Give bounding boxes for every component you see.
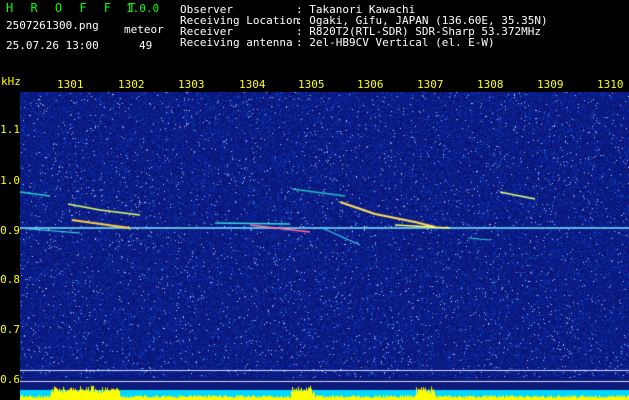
image-filename: 2507261300.png	[6, 19, 99, 32]
meteor-label: meteor	[124, 23, 164, 36]
y-tick-label: 0.6	[0, 373, 20, 386]
x-tick-label: 1301	[57, 78, 84, 91]
y-axis-unit: kHz	[1, 75, 21, 88]
spectrogram-plot	[20, 92, 629, 400]
header: H R O F F T 1.0.0 2507261300.png 25.07.2…	[0, 0, 629, 75]
x-tick-label: 1303	[178, 78, 205, 91]
x-tick-label: 1308	[477, 78, 504, 91]
info-label-antenna: Receiving antenna	[180, 36, 293, 49]
y-tick-label: 1.1	[0, 123, 20, 136]
x-tick-label: 1306	[357, 78, 384, 91]
x-tick-label: 1302	[118, 78, 145, 91]
info-values: : Takanori Kawachi : Ogaki, Gifu, JAPAN …	[296, 4, 548, 48]
y-tick-label: 0.9	[0, 224, 20, 237]
info-labels: Observer Receiving Location Receiver Rec…	[180, 4, 299, 48]
x-tick-label: 1307	[417, 78, 444, 91]
y-tick-label: 0.7	[0, 323, 20, 336]
x-tick-label: 1305	[298, 78, 325, 91]
info-value-antenna: : 2el-HB9CV Vertical (el. E-W)	[296, 36, 495, 49]
app-version: 1.0.0	[126, 2, 160, 15]
x-tick-label: 1304	[239, 78, 266, 91]
app-name: H R O F F T	[6, 1, 141, 15]
x-tick-label: 1310	[597, 78, 624, 91]
timestamp: 25.07.26 13:00	[6, 39, 99, 52]
y-tick-label: 1.0	[0, 174, 20, 187]
y-tick-label: 0.8	[0, 273, 20, 286]
meteor-count: 49	[139, 39, 153, 52]
x-tick-label: 1309	[537, 78, 564, 91]
